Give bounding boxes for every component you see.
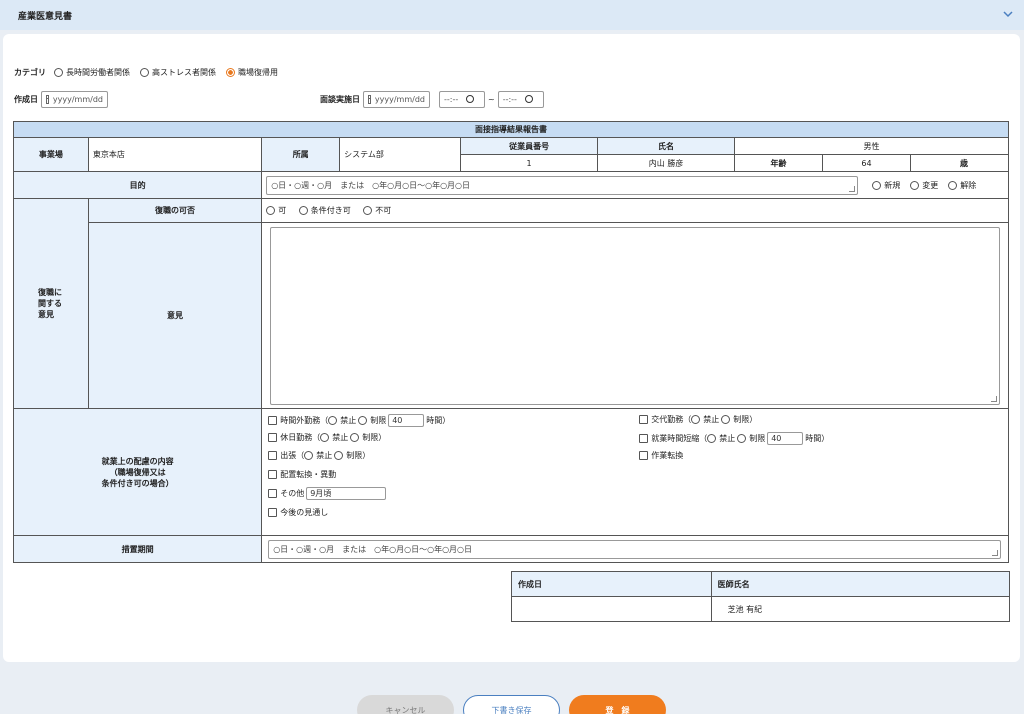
outlook-line: 今後の見通し bbox=[268, 507, 328, 518]
category-label: カテゴリ bbox=[14, 67, 46, 77]
save-draft-button[interactable]: 下書き保存 bbox=[463, 695, 560, 714]
clock-icon[interactable] bbox=[524, 95, 533, 103]
overtime-line: 時間外勤務（ 禁止 制限 40 時間） bbox=[268, 414, 450, 427]
register-button[interactable]: 登 録 bbox=[569, 695, 666, 714]
purpose-option-new[interactable]: 新規 bbox=[872, 180, 900, 191]
radio-icon[interactable] bbox=[266, 205, 276, 215]
interview-start-time[interactable]: --:-- bbox=[439, 90, 485, 108]
office-label: 事業場 bbox=[13, 137, 89, 172]
category-option-high-stress[interactable]: 高ストレス者関係 bbox=[140, 67, 216, 78]
employee-number-value: 1 bbox=[460, 154, 599, 172]
radio-icon[interactable] bbox=[721, 415, 731, 424]
created-date-input[interactable]: yyyy/mm/dd bbox=[41, 90, 108, 108]
time-range-separator: ~ bbox=[488, 94, 495, 104]
return-section-label: 復職に 関する 意見 bbox=[13, 198, 89, 409]
radio-icon[interactable] bbox=[320, 433, 330, 442]
radio-icon[interactable] bbox=[691, 415, 701, 424]
age-value: 64 bbox=[822, 154, 911, 172]
office-value: 東京本店 bbox=[87, 137, 263, 172]
work-change-line: 作業転換 bbox=[639, 450, 683, 461]
cancel-button[interactable]: キャンセル bbox=[357, 695, 454, 714]
return-option-yes[interactable]: 可 bbox=[266, 205, 286, 216]
age-label: 年齢 bbox=[734, 154, 823, 172]
radio-icon[interactable] bbox=[363, 205, 373, 215]
interview-report-table: 面接指導結果報告書 事業場 東京本店 所属 システム部 従業員番号 氏名 男性 … bbox=[12, 121, 1010, 563]
return-option-conditional[interactable]: 条件付き可 bbox=[298, 205, 351, 216]
interview-date-label: 面談実施日 bbox=[320, 94, 360, 104]
work-change-checkbox[interactable] bbox=[639, 451, 649, 460]
opinion-textarea[interactable] bbox=[270, 226, 1000, 405]
name-value: 内山 勝彦 bbox=[597, 154, 736, 172]
radio-icon[interactable] bbox=[140, 67, 149, 77]
radio-icon[interactable] bbox=[304, 451, 314, 460]
relocation-line: 配置転換・異動 bbox=[268, 469, 336, 480]
interview-end-time[interactable]: --:-- bbox=[497, 90, 544, 108]
interview-date-input[interactable]: yyyy/mm/dd bbox=[363, 90, 430, 108]
name-label: 氏名 bbox=[597, 137, 736, 155]
radio-icon[interactable] bbox=[298, 205, 308, 215]
return-decision-label: 復職の可否 bbox=[87, 198, 263, 223]
purpose-option-cancel[interactable]: 解除 bbox=[948, 180, 976, 191]
purpose-option-change[interactable]: 変更 bbox=[910, 180, 938, 191]
signature-table: 作成日 医師氏名 芝池 有紀 bbox=[511, 571, 1011, 622]
gender-value: 男性 bbox=[734, 137, 1009, 155]
shift-checkbox[interactable] bbox=[639, 415, 649, 424]
radio-icon[interactable] bbox=[872, 180, 882, 190]
overtime-hours-input[interactable]: 40 bbox=[388, 414, 425, 427]
shift-line: 交代勤務（ 禁止 制限） bbox=[639, 414, 757, 425]
category-option-long-hours[interactable]: 長時間労働者関係 bbox=[54, 67, 130, 78]
chevron-down-icon[interactable] bbox=[1002, 8, 1014, 20]
shorten-hours-line: 就業時間短縮（ 禁止 制限 40 時間） bbox=[639, 432, 829, 445]
purpose-textarea[interactable]: ○日・○週・○月 または ○年○月○日～○年○月○日 bbox=[266, 175, 859, 195]
page-title: 産業医意見書 bbox=[18, 12, 73, 22]
category-row: カテゴリ 長時間労働者関係 高ストレス者関係 職場復帰用 bbox=[14, 66, 288, 78]
shorten-hours-input[interactable]: 40 bbox=[767, 432, 804, 445]
opinion-label: 意見 bbox=[87, 222, 263, 409]
period-textarea[interactable]: ○日・○週・○月 または ○年○月○日～○年○月○日 bbox=[268, 539, 1001, 559]
return-option-no[interactable]: 不可 bbox=[363, 205, 391, 216]
radio-icon[interactable] bbox=[350, 433, 360, 442]
radio-icon[interactable] bbox=[54, 67, 63, 77]
relocation-checkbox[interactable] bbox=[268, 470, 278, 479]
created-date-row: 作成日 yyyy/mm/dd bbox=[14, 90, 108, 108]
interview-date-row: 面談実施日 yyyy/mm/dd --:-- ~ --:-- bbox=[320, 90, 544, 108]
other-checkbox[interactable] bbox=[268, 489, 278, 498]
sign-date-value bbox=[511, 596, 712, 622]
sign-date-label: 作成日 bbox=[511, 571, 712, 597]
radio-icon[interactable] bbox=[334, 451, 344, 460]
trip-line: 出張（ 禁止 制限） bbox=[268, 450, 370, 461]
purpose-label: 目的 bbox=[12, 171, 263, 199]
trip-checkbox[interactable] bbox=[268, 451, 278, 460]
shorten-hours-checkbox[interactable] bbox=[639, 434, 649, 443]
radio-icon[interactable] bbox=[358, 416, 368, 425]
calendar-icon[interactable] bbox=[368, 94, 371, 104]
radio-icon[interactable] bbox=[328, 416, 338, 425]
radio-icon[interactable] bbox=[707, 434, 717, 443]
department-value: システム部 bbox=[339, 137, 462, 172]
radio-icon[interactable] bbox=[910, 180, 920, 190]
category-option-return-to-work[interactable]: 職場復帰用 bbox=[226, 67, 278, 78]
employee-number-label: 従業員番号 bbox=[460, 137, 599, 155]
holiday-line: 休日勤務（ 禁止 制限） bbox=[268, 432, 386, 443]
outlook-checkbox[interactable] bbox=[268, 508, 278, 517]
holiday-checkbox[interactable] bbox=[268, 433, 278, 442]
age-unit: 歳 bbox=[909, 154, 1010, 172]
other-input[interactable]: 9月頃 bbox=[306, 487, 387, 500]
radio-icon[interactable] bbox=[948, 180, 958, 190]
doctor-name-label: 医師氏名 bbox=[710, 571, 1011, 597]
other-line: その他 9月頃 bbox=[268, 487, 388, 500]
radio-icon[interactable] bbox=[737, 434, 747, 443]
period-label: 措置期間 bbox=[12, 535, 263, 563]
clock-icon[interactable] bbox=[466, 95, 475, 103]
radio-selected-icon[interactable] bbox=[226, 67, 235, 77]
page-header[interactable]: 産業医意見書 bbox=[0, 0, 1024, 30]
created-date-label: 作成日 bbox=[14, 94, 38, 104]
overtime-checkbox[interactable] bbox=[268, 416, 278, 425]
calendar-icon[interactable] bbox=[46, 94, 49, 104]
report-title: 面接指導結果報告書 bbox=[13, 121, 1009, 138]
accommodation-label: 就業上の配慮の内容 （職場復帰又は 条件付き可の場合） bbox=[12, 408, 263, 536]
department-label: 所属 bbox=[261, 137, 341, 172]
doctor-name-value: 芝池 有紀 bbox=[710, 596, 1011, 622]
